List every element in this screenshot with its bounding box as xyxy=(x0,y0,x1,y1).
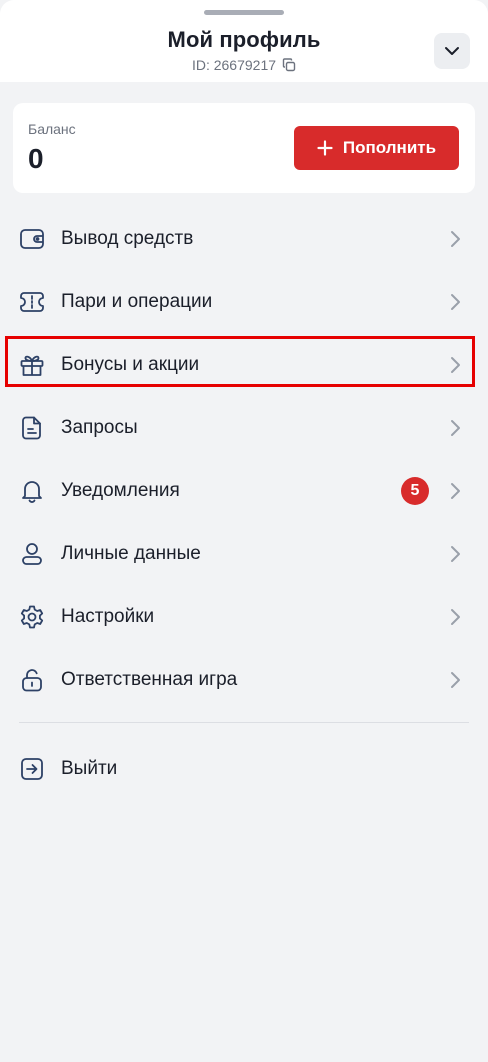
chevron-right-icon xyxy=(448,544,462,564)
logout-label: Выйти xyxy=(61,757,118,779)
copy-icon[interactable] xyxy=(282,58,296,72)
gear-icon xyxy=(19,604,45,630)
bell-icon xyxy=(19,478,45,504)
menu-item-label: Настройки xyxy=(61,605,155,627)
ticket-icon xyxy=(19,289,45,315)
chevron-right-icon xyxy=(448,292,462,312)
menu-item-withdraw[interactable]: Вывод средств xyxy=(0,207,488,270)
collapse-button[interactable] xyxy=(434,33,470,69)
chevron-right-icon xyxy=(448,607,462,627)
balance-card: Баланс 0 Пополнить xyxy=(13,103,475,193)
chevron-down-icon xyxy=(444,46,460,56)
balance-label: Баланс xyxy=(28,121,76,137)
profile-header: Мой профиль ID: 26679217 xyxy=(0,0,488,82)
menu-item-personal-data[interactable]: Личные данные xyxy=(0,522,488,585)
user-id-row[interactable]: ID: 26679217 xyxy=(0,57,488,73)
gift-icon xyxy=(19,352,45,378)
profile-menu: Вывод средств Пари и операции Бонусы и а… xyxy=(0,207,488,711)
menu-item-responsible-gaming[interactable]: Ответственная игра xyxy=(0,648,488,711)
sheet-grabber[interactable] xyxy=(204,10,284,15)
menu-item-label: Бонусы и акции xyxy=(61,353,200,375)
document-icon xyxy=(19,415,45,441)
menu-item-label: Пари и операции xyxy=(61,290,213,312)
menu-item-label: Вывод средств xyxy=(61,227,194,249)
menu-item-settings[interactable]: Настройки xyxy=(0,585,488,648)
user-icon xyxy=(19,541,45,567)
menu-item-label: Запросы xyxy=(61,416,138,438)
topup-button[interactable]: Пополнить xyxy=(294,126,459,170)
logout-icon xyxy=(19,756,45,782)
chevron-right-icon xyxy=(448,355,462,375)
chevron-right-icon xyxy=(448,418,462,438)
logout-button[interactable]: Выйти xyxy=(0,737,488,800)
topup-button-label: Пополнить xyxy=(342,138,437,157)
plus-icon xyxy=(317,140,333,156)
menu-item-bets[interactable]: Пари и операции xyxy=(0,270,488,333)
user-id-text: ID: 26679217 xyxy=(191,57,277,73)
notification-count-badge: 5 xyxy=(401,476,429,505)
unlock-icon xyxy=(19,667,45,693)
chevron-right-icon xyxy=(448,670,462,690)
menu-item-bonuses[interactable]: Бонусы и акции xyxy=(0,333,488,396)
menu-item-notifications[interactable]: Уведомления 5 xyxy=(0,459,488,522)
menu-item-label: Ответственная игра xyxy=(61,668,238,690)
chevron-right-icon xyxy=(448,481,462,501)
chevron-right-icon xyxy=(448,229,462,249)
menu-divider xyxy=(19,722,469,723)
menu-item-label: Уведомления xyxy=(61,479,180,501)
wallet-icon xyxy=(19,226,45,252)
menu-item-label: Личные данные xyxy=(61,542,201,564)
balance-value: 0 xyxy=(28,143,44,174)
page-title: Мой профиль xyxy=(167,27,321,52)
menu-item-requests[interactable]: Запросы xyxy=(0,396,488,459)
